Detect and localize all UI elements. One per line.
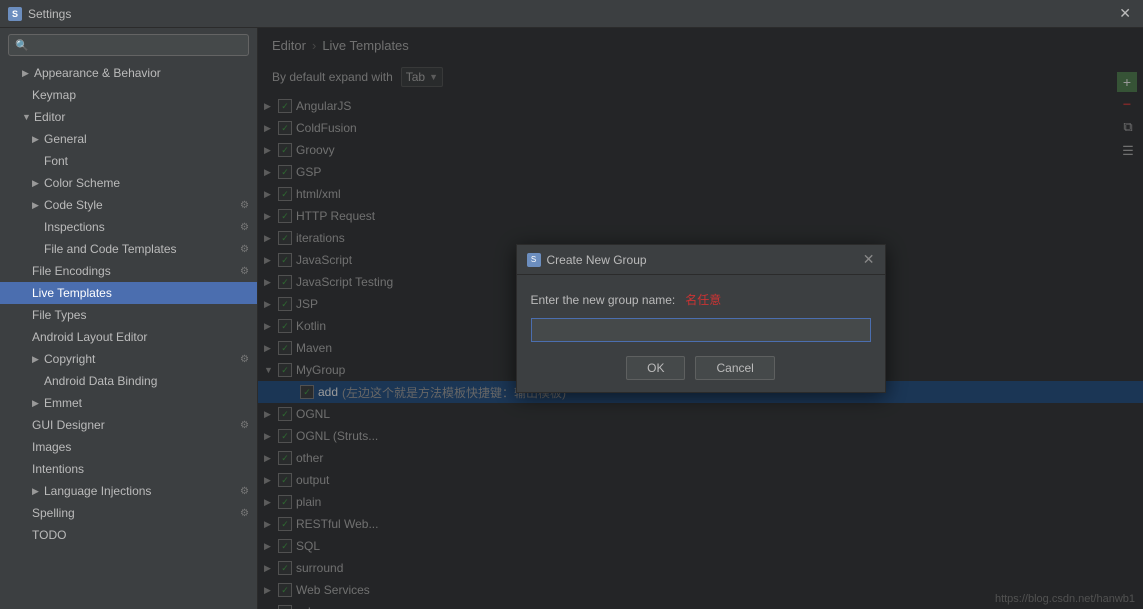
- main-layout: 🔍 Appearance & Behavior Keymap Editor Ge…: [0, 28, 1143, 609]
- sidebar-item-codestyle[interactable]: Code Style ⚙: [0, 194, 257, 216]
- sidebar: 🔍 Appearance & Behavior Keymap Editor Ge…: [0, 28, 258, 609]
- modal-app-icon: S: [527, 253, 541, 267]
- sidebar-item-appearance[interactable]: Appearance & Behavior: [0, 62, 257, 84]
- title-bar: S Settings ✕: [0, 0, 1143, 28]
- sidebar-item-images[interactable]: Images: [0, 436, 257, 458]
- sidebar-item-font[interactable]: Font: [0, 150, 257, 172]
- sidebar-item-guidesigner[interactable]: GUI Designer ⚙: [0, 414, 257, 436]
- modal-title-left: S Create New Group: [527, 253, 647, 267]
- modal-label-row: Enter the new group name: 名任意: [531, 291, 871, 308]
- settings-icon: ⚙: [240, 420, 249, 431]
- settings-icon: ⚙: [240, 266, 249, 277]
- settings-icon: ⚙: [240, 222, 249, 233]
- cancel-button[interactable]: Cancel: [695, 356, 774, 380]
- arrow-icon: [32, 134, 42, 145]
- group-name-input[interactable]: [531, 318, 871, 342]
- sidebar-item-filetypes[interactable]: File Types: [0, 304, 257, 326]
- search-box[interactable]: 🔍: [8, 34, 249, 56]
- sidebar-item-fileencodings[interactable]: File Encodings ⚙: [0, 260, 257, 282]
- search-icon: 🔍: [15, 39, 29, 52]
- settings-icon: ⚙: [240, 354, 249, 365]
- content-area: Editor › Live Templates By default expan…: [258, 28, 1143, 609]
- title-bar-left: S Settings: [8, 7, 71, 21]
- settings-icon: ⚙: [240, 508, 249, 519]
- modal-dialog: S Create New Group ✕ Enter the new group…: [516, 244, 886, 393]
- modal-overlay: S Create New Group ✕ Enter the new group…: [258, 28, 1143, 609]
- modal-close-button[interactable]: ✕: [863, 251, 875, 268]
- sidebar-item-general[interactable]: General: [0, 128, 257, 150]
- sidebar-item-colorscheme[interactable]: Color Scheme: [0, 172, 257, 194]
- sidebar-item-todo[interactable]: TODO: [0, 524, 257, 546]
- modal-buttons: OK Cancel: [531, 356, 871, 380]
- modal-title-bar: S Create New Group ✕: [517, 245, 885, 275]
- window-title: Settings: [28, 7, 71, 21]
- modal-label: Enter the new group name:: [531, 293, 676, 307]
- modal-title: Create New Group: [547, 253, 647, 267]
- arrow-icon: [32, 200, 42, 211]
- settings-icon: ⚙: [240, 244, 249, 255]
- sidebar-item-fileandcode[interactable]: File and Code Templates ⚙: [0, 238, 257, 260]
- arrow-icon: [22, 68, 32, 79]
- settings-icon: ⚙: [240, 200, 249, 211]
- sidebar-item-keymap[interactable]: Keymap: [0, 84, 257, 106]
- arrow-icon: [32, 486, 42, 497]
- app-icon: S: [8, 7, 22, 21]
- sidebar-item-spelling[interactable]: Spelling ⚙: [0, 502, 257, 524]
- settings-icon: ⚙: [240, 486, 249, 497]
- arrow-icon: [32, 178, 42, 189]
- sidebar-item-intentions[interactable]: Intentions: [0, 458, 257, 480]
- arrow-icon: [32, 398, 42, 409]
- sidebar-item-androidlayout[interactable]: Android Layout Editor: [0, 326, 257, 348]
- arrow-icon: [22, 112, 32, 122]
- close-button[interactable]: ✕: [1115, 5, 1135, 22]
- modal-hint: 名任意: [685, 291, 721, 308]
- modal-body: Enter the new group name: 名任意 OK Cancel: [517, 275, 885, 392]
- arrow-icon: [32, 354, 42, 365]
- sidebar-item-editor[interactable]: Editor: [0, 106, 257, 128]
- sidebar-item-copyright[interactable]: Copyright ⚙: [0, 348, 257, 370]
- sidebar-item-livetemplates[interactable]: Live Templates: [0, 282, 257, 304]
- sidebar-item-androiddatabinding[interactable]: Android Data Binding: [0, 370, 257, 392]
- ok-button[interactable]: OK: [626, 356, 685, 380]
- search-input[interactable]: [33, 38, 242, 52]
- sidebar-item-inspections[interactable]: Inspections ⚙: [0, 216, 257, 238]
- sidebar-item-languageinjections[interactable]: Language Injections ⚙: [0, 480, 257, 502]
- sidebar-item-emmet[interactable]: Emmet: [0, 392, 257, 414]
